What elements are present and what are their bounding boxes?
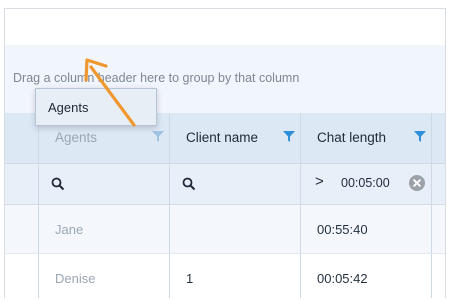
row-indicator: [5, 254, 39, 298]
cell-client-name[interactable]: [170, 205, 301, 253]
cell-client-name-text: 1: [186, 271, 194, 286]
cell-client-name[interactable]: 1: [170, 254, 301, 298]
filter-cell-chat-length[interactable]: > 00:05:00: [301, 164, 432, 204]
dragged-column-label: Agents: [48, 100, 89, 115]
filter-row: > 00:05:00: [5, 164, 445, 205]
cell-chat-length-text: 00:55:40: [317, 222, 368, 237]
filter-cell-client-name[interactable]: [170, 164, 301, 204]
clear-icon[interactable]: [409, 175, 425, 191]
search-icon[interactable]: [51, 177, 65, 191]
filter-value-input[interactable]: 00:05:00: [341, 176, 390, 190]
cell-chat-length[interactable]: 00:55:40: [301, 205, 432, 253]
column-header-chat-length-label: Chat length: [317, 130, 387, 145]
grid-widget: Drag a column header here to group by th…: [4, 8, 446, 298]
filter-icon[interactable]: [283, 131, 295, 142]
column-header-overflow: [432, 113, 445, 163]
filter-row-indicator: [5, 164, 39, 204]
dragged-column-header[interactable]: Agents: [35, 88, 157, 126]
column-header-client-name[interactable]: Client name: [170, 113, 301, 163]
row-indicator: [5, 205, 39, 253]
filter-cell-overflow: [432, 164, 445, 204]
row-indicator-header: [5, 113, 39, 163]
cell-agent[interactable]: Jane: [39, 205, 170, 253]
filter-cell-agents[interactable]: [39, 164, 170, 204]
cell-agent-text: Jane: [55, 222, 84, 237]
search-icon[interactable]: [182, 177, 196, 191]
column-header-chat-length[interactable]: Chat length: [301, 113, 432, 163]
cell-chat-length-text: 00:05:42: [317, 271, 368, 286]
group-panel-hint: Drag a column header here to group by th…: [13, 71, 300, 85]
column-header-client-name-label: Client name: [186, 130, 259, 145]
grid-toolbar: [5, 9, 445, 45]
filter-icon[interactable]: [414, 131, 426, 142]
cell-agent-text: Denise: [55, 271, 96, 286]
table-row[interactable]: Denise 1 00:05:42: [5, 254, 445, 298]
column-header-agents-label: Agents: [55, 130, 98, 145]
filter-icon[interactable]: [152, 131, 164, 142]
table-row[interactable]: Jane 00:55:40: [5, 205, 445, 254]
cell-agent[interactable]: Denise: [39, 254, 170, 298]
filter-operator[interactable]: >: [315, 173, 324, 190]
cell-chat-length[interactable]: 00:05:42: [301, 254, 432, 298]
